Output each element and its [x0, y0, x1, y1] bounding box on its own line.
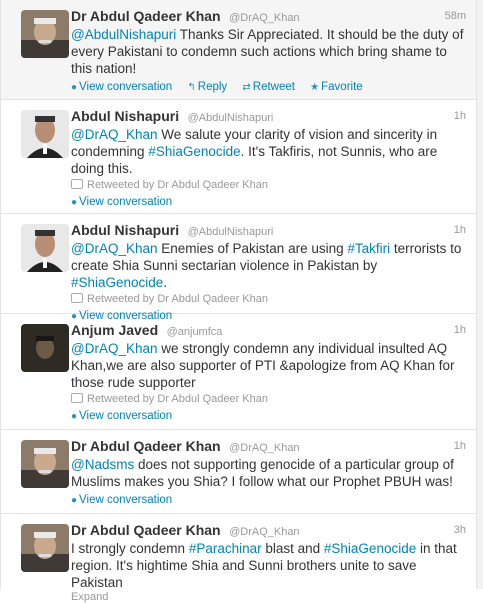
tweet-actions: ● View conversation	[71, 194, 466, 210]
view-conversation-label: View conversation	[79, 494, 173, 506]
retweet-button[interactable]: ⇄ Retweet	[242, 81, 295, 93]
author-handle[interactable]: @DrAQ_Khan	[229, 442, 299, 454]
retweeted-by[interactable]: Retweeted by Dr Abdul Qadeer Khan	[71, 292, 466, 306]
avatar[interactable]	[21, 224, 69, 272]
timestamp[interactable]: 58m	[445, 8, 466, 24]
author-name[interactable]: Abdul Nishapuri	[71, 108, 179, 124]
view-conversation-link[interactable]: ● View conversation	[71, 196, 172, 208]
tweet-text: @DrAQ_Khan Enemies of Pakistan are using…	[71, 240, 466, 291]
hashtag-link[interactable]: #ShiaGenocide	[324, 541, 416, 556]
author-handle[interactable]: @anjumfca	[167, 326, 223, 338]
author-handle[interactable]: @AbdulNishapuri	[188, 226, 274, 238]
tweet-actions: ● View conversation	[71, 408, 466, 424]
scrollbar[interactable]	[477, 0, 483, 589]
view-conversation-link[interactable]: ● View conversation	[71, 494, 172, 506]
tweet[interactable]: Dr Abdul Qadeer Khan @DrAQ_Khan 3h I str…	[1, 514, 476, 603]
mention-link[interactable]: @Nadsms	[71, 457, 134, 472]
avatar[interactable]	[21, 110, 69, 158]
tweet-timeline: Dr Abdul Qadeer Khan @DrAQ_Khan 58m @Abd…	[0, 0, 477, 603]
author-name[interactable]: Dr Abdul Qadeer Khan	[71, 8, 221, 24]
conversation-icon: ●	[71, 411, 78, 422]
view-conversation-link[interactable]: ● View conversation	[71, 81, 172, 93]
conversation-icon: ●	[71, 495, 78, 506]
author-handle[interactable]: @DrAQ_Khan	[229, 12, 299, 24]
tweet-text-part: .	[163, 275, 168, 290]
hashtag-link[interactable]: #Takfiri	[347, 241, 390, 256]
view-conversation-link[interactable]: ● View conversation	[71, 410, 172, 422]
author-handle[interactable]: @DrAQ_Khan	[229, 526, 299, 538]
tweet[interactable]: Dr Abdul Qadeer Khan @DrAQ_Khan 58m @Abd…	[1, 0, 476, 100]
expand-link[interactable]: Expand	[71, 591, 466, 603]
tweet-text: I strongly condemn #Parachinar blast and…	[71, 540, 466, 591]
tweet-text-part: Enemies of Pakistan are using	[157, 241, 348, 256]
retweet-icon	[71, 393, 83, 403]
timestamp[interactable]: 1h	[454, 438, 466, 454]
timestamp[interactable]: 1h	[454, 222, 466, 238]
retweet-icon: ⇄	[242, 82, 251, 93]
favorite-button[interactable]: ★ Favorite	[310, 81, 363, 93]
retweeted-by-label: Retweeted by Dr Abdul Qadeer Khan	[87, 393, 269, 405]
tweet[interactable]: Abdul Nishapuri @AbdulNishapuri 1h @DrAQ…	[1, 100, 476, 214]
tweet-actions: ● View conversation	[71, 492, 466, 508]
author-handle[interactable]: @AbdulNishapuri	[188, 112, 274, 124]
view-conversation-label: View conversation	[79, 196, 173, 208]
hashtag-link[interactable]: #ShiaGenocide	[71, 275, 163, 290]
star-icon: ★	[310, 82, 320, 93]
tweet[interactable]: Abdul Nishapuri @AbdulNishapuri 1h @DrAQ…	[1, 214, 476, 322]
retweeted-by[interactable]: Retweeted by Dr Abdul Qadeer Khan	[71, 392, 466, 406]
avatar[interactable]	[21, 524, 69, 572]
timestamp[interactable]: 3h	[454, 522, 466, 538]
retweeted-by[interactable]: Retweeted by Dr Abdul Qadeer Khan	[71, 178, 466, 192]
tweet-text: @DrAQ_Khan we strongly condemn any indiv…	[71, 340, 466, 391]
tweet[interactable]: Dr Abdul Qadeer Khan @DrAQ_Khan 1h @Nads…	[1, 430, 476, 514]
mention-link[interactable]: @DrAQ_Khan	[71, 241, 158, 256]
avatar[interactable]	[21, 10, 69, 58]
mention-link[interactable]: @AbdulNishapuri	[71, 27, 176, 42]
avatar[interactable]	[21, 440, 69, 488]
timestamp[interactable]: 1h	[454, 108, 466, 124]
author-name[interactable]: Dr Abdul Qadeer Khan	[71, 522, 221, 538]
mention-link[interactable]: @DrAQ_Khan	[71, 127, 158, 142]
conversation-icon: ●	[71, 197, 78, 208]
mention-link[interactable]: @DrAQ_Khan	[71, 341, 158, 356]
tweet-text: @DrAQ_Khan We salute your clarity of vis…	[71, 126, 466, 177]
author-name[interactable]: Anjum Javed	[71, 322, 158, 338]
view-conversation-label: View conversation	[79, 410, 173, 422]
tweet-text-part: I strongly condemn	[71, 541, 189, 556]
tweet-text: @Nadsms does not supporting genocide of …	[71, 456, 466, 490]
retweeted-by-label: Retweeted by Dr Abdul Qadeer Khan	[87, 293, 269, 305]
reply-button[interactable]: ↰ Reply	[187, 81, 227, 93]
retweet-icon	[71, 293, 83, 303]
reply-icon: ↰	[187, 82, 196, 93]
avatar[interactable]	[21, 324, 69, 372]
conversation-icon: ●	[71, 82, 78, 93]
hashtag-link[interactable]: #Parachinar	[189, 541, 262, 556]
tweet[interactable]: Anjum Javed @anjumfca 1h @DrAQ_Khan we s…	[1, 314, 476, 430]
tweet-text-part: blast and	[261, 541, 324, 556]
tweet-actions: ● View conversation ↰ Reply ⇄ Retweet ★ Favo…	[71, 79, 466, 95]
retweeted-by-label: Retweeted by Dr Abdul Qadeer Khan	[87, 179, 269, 191]
retweet-label: Retweet	[252, 81, 295, 93]
author-name[interactable]: Dr Abdul Qadeer Khan	[71, 438, 221, 454]
reply-label: Reply	[197, 81, 228, 93]
favorite-label: Favorite	[321, 81, 363, 93]
retweet-icon	[71, 179, 83, 189]
hashtag-link[interactable]: #ShiaGenocide	[148, 144, 240, 159]
timestamp[interactable]: 1h	[454, 322, 466, 338]
tweet-text: @AbdulNishapuri Thanks Sir Appreciated. …	[71, 26, 466, 77]
author-name[interactable]: Abdul Nishapuri	[71, 222, 179, 238]
view-conversation-label: View conversation	[79, 81, 173, 93]
